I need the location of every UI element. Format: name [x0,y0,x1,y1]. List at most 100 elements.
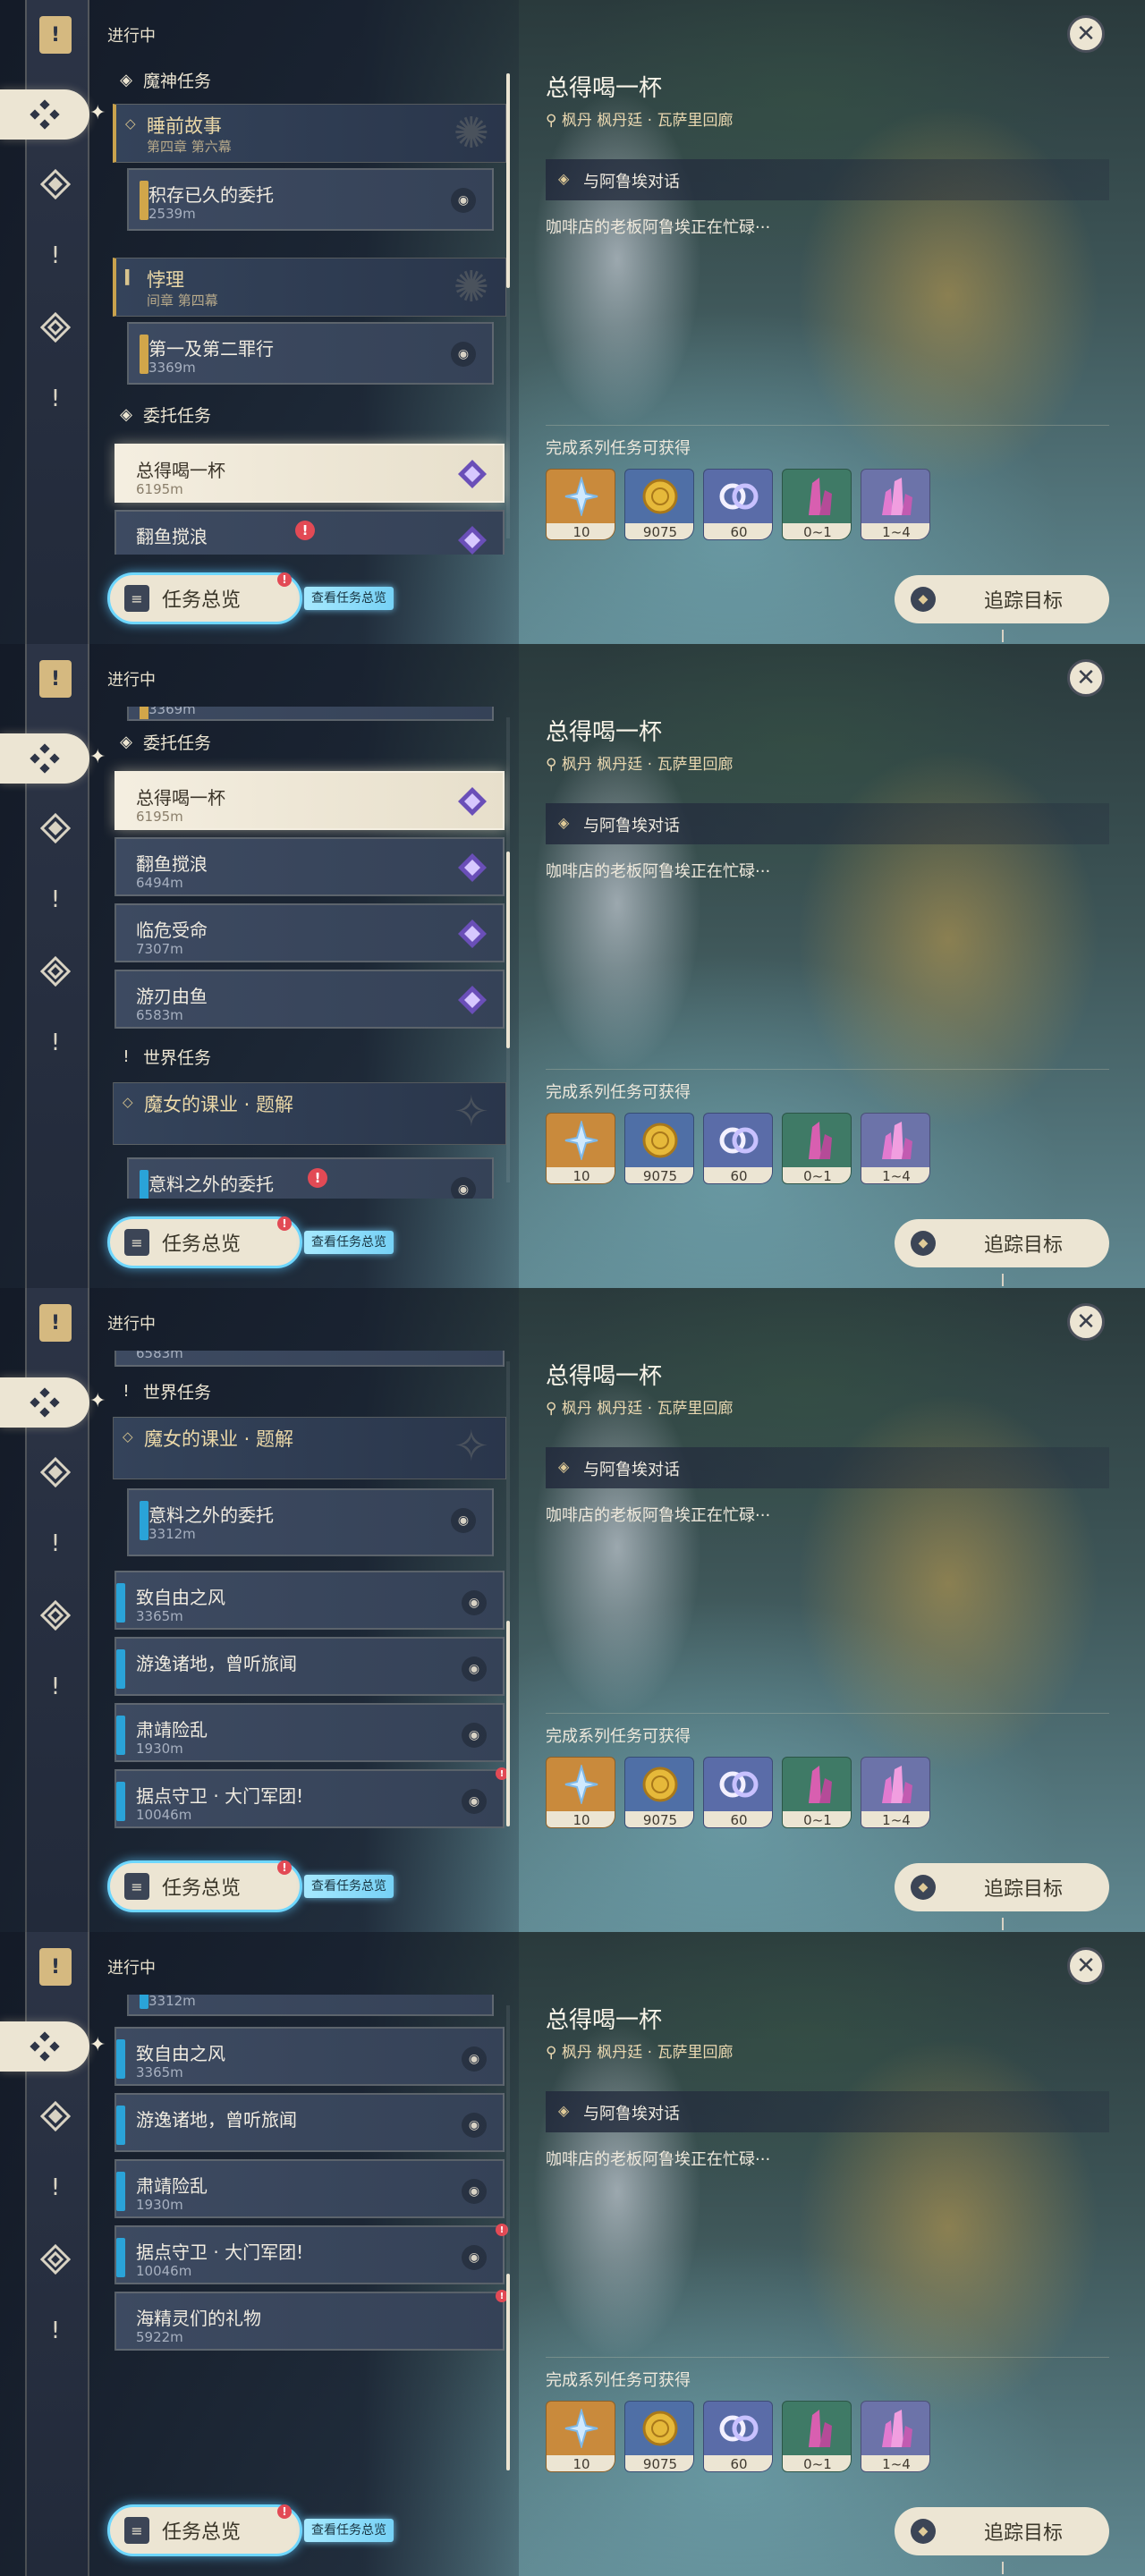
crystal-ore-icon[interactable]: 0~1 [782,2401,852,2472]
rail-tab-all-quests[interactable] [0,89,89,140]
track-target-button[interactable]: ◆ 追踪目标 [895,2507,1109,2555]
rail-tab-world[interactable]: ! [34,377,77,420]
rail-tab-all-quests[interactable] [0,733,89,784]
close-button[interactable]: ✕ [1067,1947,1105,1985]
enhancement-crystal-icon[interactable]: 1~4 [861,1113,930,1184]
rail-tab-world[interactable]: ! [34,1665,77,1708]
quest-item-danger[interactable]: 临危受命 7307m [114,903,505,962]
rail-tab-archon[interactable] [34,163,77,206]
adventure-exp-icon[interactable]: 10 [546,1113,615,1184]
mora-coin-icon[interactable]: 9075 [624,1757,694,1828]
list-scrollbar[interactable] [506,1361,510,1826]
close-button[interactable]: ✕ [1067,15,1105,53]
companionship-exp-icon[interactable]: 60 [703,1757,773,1828]
track-target-button[interactable]: ◆ 追踪目标 [895,575,1109,623]
mora-coin-icon[interactable]: 9075 [624,2401,694,2472]
chapter-witch-homework[interactable]: ◇ 魔女的课业 · 题解 ✧ [113,1417,506,1479]
quest-list[interactable]: 6583m ! 世界任务 ◇ 魔女的课业 · 题解 ✧ 意料之外的委托 3312m … [104,1351,510,1843]
quest-list[interactable]: ◈ 魔神任务 ◇ 睡前故事 第四章 第六幕 ✺ 积存已久的委托 2539m ◉ ▍ 悖… [104,63,510,555]
location-pin-icon[interactable]: ◉ [462,2179,487,2204]
chapter-bedtime-story[interactable]: ◇ 睡前故事 第四章 第六幕 ✺ [113,104,506,163]
location-pin-icon[interactable]: ◉ [462,2046,487,2072]
scrollbar-thumb[interactable] [506,73,510,288]
list-scrollbar[interactable] [506,73,510,538]
quest-item-wander[interactable]: 游逸诸地，曾听旅闻 ◉ [114,1637,505,1696]
track-target-button[interactable]: ◆ 追踪目标 [895,1863,1109,1911]
quest-item-wander[interactable]: 游逸诸地，曾听旅闻 ◉ [114,2093,505,2152]
location-pin-icon[interactable]: ◉ [451,188,476,213]
quest-item-drink[interactable]: 总得喝一杯 6195m [114,444,505,503]
quest-overview-button[interactable]: ≡ 任务总览 [107,572,302,624]
close-button[interactable]: ✕ [1067,659,1105,697]
view-overview-link[interactable]: 查看任务总览 [304,1875,394,1898]
location-pin-icon[interactable]: ◉ [462,1657,487,1682]
chapter-paradox[interactable]: ▍ 悖理 间章 第四幕 ✺ [113,258,506,317]
quest-overview-button[interactable]: ≡ 任务总览 [107,2504,302,2556]
quest-item-first-second-sin[interactable]: 第一及第二罪行 3369m ◉ [127,322,494,385]
quest-item-free-wind[interactable]: 致自由之风 3365m ◉ [114,2027,505,2086]
close-button[interactable]: ✕ [1067,1303,1105,1341]
scrollbar-thumb[interactable] [506,852,510,1048]
list-scrollbar[interactable] [506,717,510,1182]
chapter-witch-homework[interactable]: ◇ 魔女的课业 · 题解 ✧ [113,1082,506,1145]
quest-list[interactable]: 3369m ◈ 委托任务 总得喝一杯 6195m 翻鱼搅浪 6494m 临危受命 730… [104,707,510,1199]
location-pin-icon[interactable]: ◉ [451,1177,476,1199]
view-overview-link[interactable]: 查看任务总览 [304,2519,394,2542]
location-pin-icon[interactable]: ◉ [462,2113,487,2138]
quest-item-stronghold[interactable]: 据点守卫 · 大门军团! 10046m ◉ ! [114,1767,508,1828]
rail-tab-commission[interactable] [34,306,77,349]
mora-coin-icon[interactable]: 9075 [624,469,694,540]
crystal-ore-icon[interactable]: 0~1 [782,1113,852,1184]
location-pin-icon[interactable]: ◉ [451,1508,476,1533]
quest-item-drink[interactable]: 总得喝一杯 6195m [114,771,505,830]
rail-tab-world[interactable]: ! [34,1021,77,1064]
scrollbar-thumb[interactable] [506,1621,510,1826]
enhancement-crystal-icon[interactable]: 1~4 [861,2401,930,2472]
rail-tab-archon[interactable] [34,1451,77,1494]
scrollbar-thumb[interactable] [506,2274,510,2470]
quest-item-first-second-sin[interactable]: 3369m [127,707,494,721]
location-pin-icon[interactable]: ◉ [462,1789,487,1814]
crystal-ore-icon[interactable]: 0~1 [782,1757,852,1828]
quest-item-stronghold[interactable]: 据点守卫 · 大门军团! 10046m ◉ ! [114,2224,508,2284]
crystal-ore-icon[interactable]: 0~1 [782,469,852,540]
quest-item-fish-stir[interactable]: 翻鱼搅浪 6494m [114,837,505,896]
quest-item-blade-fish[interactable]: 游刃由鱼 6583m [114,970,505,1029]
rail-tab-all-quests[interactable] [0,1377,89,1428]
rail-tab-story[interactable]: ! [34,2166,77,2209]
quest-item-fish-stir[interactable]: 翻鱼搅浪 ! [114,510,505,555]
quest-item-suppress[interactable]: 肃靖险乱 1930m ◉ [114,2159,505,2218]
quest-item-suppress[interactable]: 肃靖险乱 1930m ◉ [114,1703,505,1762]
rail-tab-archon[interactable] [34,807,77,850]
mora-coin-icon[interactable]: 9075 [624,1113,694,1184]
list-scrollbar[interactable] [506,2005,510,2470]
quest-item-free-wind[interactable]: 致自由之风 3365m ◉ [114,1571,505,1630]
quest-overview-button[interactable]: ≡ 任务总览 [107,1216,302,1268]
enhancement-crystal-icon[interactable]: 1~4 [861,1757,930,1828]
rail-tab-archon[interactable] [34,2095,77,2138]
enhancement-crystal-icon[interactable]: 1~4 [861,469,930,540]
rail-tab-commission[interactable] [34,2238,77,2281]
rail-tab-all-quests[interactable] [0,2021,89,2072]
track-target-button[interactable]: ◆ 追踪目标 [895,1219,1109,1267]
view-overview-link[interactable]: 查看任务总览 [304,1231,394,1254]
location-pin-icon[interactable]: ◉ [462,1590,487,1615]
location-pin-icon[interactable]: ◉ [462,2245,487,2270]
companionship-exp-icon[interactable]: 60 [703,2401,773,2472]
quest-list[interactable]: 3312m 致自由之风 3365m ◉ 游逸诸地，曾听旅闻 ◉ 肃靖险乱 1930m… [104,1995,510,2487]
adventure-exp-icon[interactable]: 10 [546,2401,615,2472]
rail-tab-commission[interactable] [34,950,77,993]
rail-tab-story[interactable]: ! [34,1522,77,1565]
quest-item-blade-fish[interactable]: 6583m [114,1351,505,1367]
adventure-exp-icon[interactable]: 10 [546,1757,615,1828]
rail-tab-commission[interactable] [34,1594,77,1637]
quest-item-stockpiled[interactable]: 积存已久的委托 2539m ◉ [127,168,494,231]
rail-tab-story[interactable]: ! [34,234,77,277]
quest-item-unexpected[interactable]: 3312m [127,1995,494,2016]
companionship-exp-icon[interactable]: 60 [703,1113,773,1184]
quest-overview-button[interactable]: ≡ 任务总览 [107,1860,302,1912]
location-pin-icon[interactable]: ◉ [451,342,476,367]
view-overview-link[interactable]: 查看任务总览 [304,587,394,610]
rail-tab-world[interactable]: ! [34,2309,77,2352]
companionship-exp-icon[interactable]: 60 [703,469,773,540]
